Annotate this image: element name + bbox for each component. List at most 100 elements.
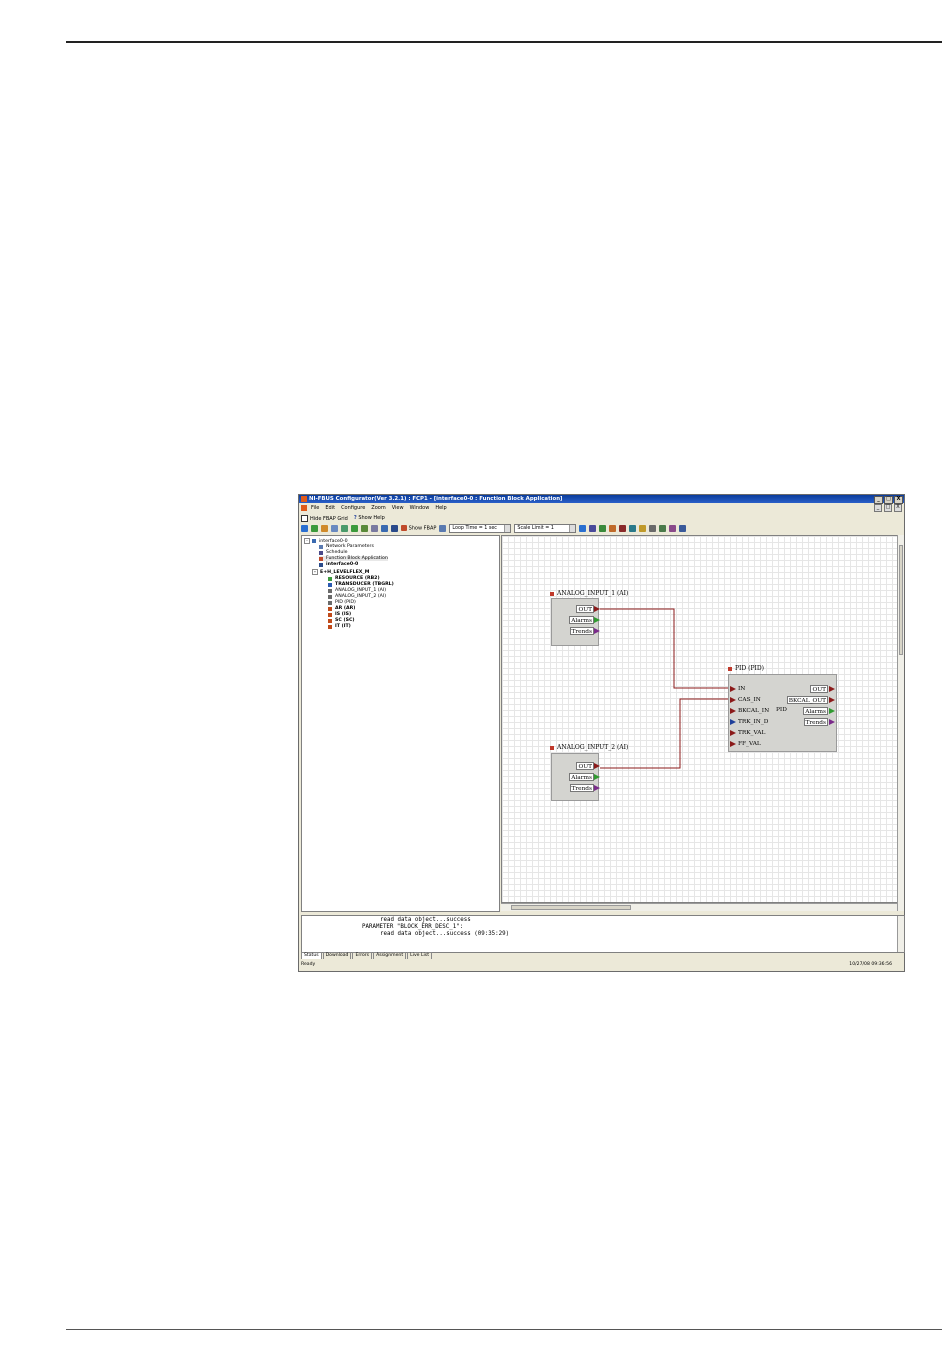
port-out[interactable]: OUT bbox=[576, 605, 594, 613]
align-icon[interactable] bbox=[649, 525, 657, 532]
save-icon[interactable] bbox=[371, 525, 378, 532]
port-bkcal-out[interactable]: BKCAL_OUT bbox=[786, 696, 828, 704]
tree-item[interactable]: - E+H_LEVELFLEX_M bbox=[312, 569, 369, 575]
upload-icon[interactable] bbox=[341, 525, 348, 532]
show-help-label: Show Help bbox=[358, 515, 385, 521]
port-alarms[interactable]: Alarms bbox=[569, 773, 594, 781]
port-alarms[interactable]: Alarms bbox=[569, 616, 594, 624]
tab-live-list[interactable]: Live List bbox=[407, 952, 432, 959]
tree-item[interactable]: SC (SC) bbox=[328, 618, 355, 623]
collapse-icon[interactable]: - bbox=[312, 569, 318, 575]
port-out[interactable]: OUT bbox=[810, 685, 828, 693]
link-icon[interactable] bbox=[351, 525, 358, 532]
tree-item[interactable]: ANALOG_INPUT_2 (AI) bbox=[328, 594, 386, 599]
output-tabs: Status Download Errors Assignment Live L… bbox=[301, 952, 433, 959]
download-icon[interactable] bbox=[331, 525, 338, 532]
log-line: PARAMETER "BLOCK_ERR_DESC_1": bbox=[362, 924, 464, 930]
page-bottom-rule bbox=[66, 1329, 942, 1330]
block-title-text: PID (PID) bbox=[735, 665, 765, 672]
scrollbar-thumb[interactable] bbox=[899, 545, 903, 655]
scrollbar-thumb[interactable] bbox=[511, 905, 631, 910]
schedule-icon[interactable] bbox=[361, 525, 368, 532]
menu-zoom[interactable]: Zoom bbox=[371, 504, 385, 512]
tree-item[interactable]: RESOURCE (RB2) bbox=[328, 576, 380, 581]
wire-ai2-out-to-pid-cas-in[interactable] bbox=[600, 698, 730, 769]
tree-item[interactable]: AR (AR) bbox=[328, 606, 355, 611]
wire-ai1-out-to-pid-in[interactable] bbox=[600, 608, 730, 689]
log-line: read data object...success bbox=[380, 917, 471, 923]
menu-configure[interactable]: Configure bbox=[341, 504, 365, 512]
text-icon[interactable] bbox=[639, 525, 647, 532]
connect-icon[interactable] bbox=[301, 525, 308, 532]
tree-item[interactable]: Schedule bbox=[319, 550, 348, 555]
show-help-button[interactable]: ? Show Help bbox=[354, 515, 385, 521]
chevron-down-icon bbox=[569, 525, 576, 532]
pointer-icon[interactable] bbox=[589, 525, 597, 532]
block-ai1[interactable]: OUT Alarms Trends bbox=[551, 598, 600, 646]
tree-item[interactable]: IT (IT) bbox=[328, 624, 351, 629]
menu-help[interactable]: Help bbox=[435, 504, 446, 512]
device-icon[interactable] bbox=[311, 525, 318, 532]
title-bar[interactable]: NI-FBUS Configurator(Ver 3.2.1) : FCP1 -… bbox=[299, 495, 904, 504]
menu-window[interactable]: Window bbox=[410, 504, 430, 512]
menu-edit[interactable]: Edit bbox=[325, 504, 335, 512]
grid-icon[interactable] bbox=[381, 525, 388, 532]
tree-item-label: E+H_LEVELFLEX_M bbox=[320, 569, 370, 575]
document-icon[interactable] bbox=[301, 505, 307, 511]
menu-view[interactable]: View bbox=[392, 504, 404, 512]
fbap-canvas[interactable]: ANALOG_INPUT_1 (AI) OUT Alarms Trends AN… bbox=[501, 535, 899, 903]
port-trk-val[interactable]: TRK_VAL bbox=[737, 729, 766, 737]
port-alarms[interactable]: Alarms bbox=[803, 707, 828, 715]
log-scrollbar[interactable] bbox=[897, 916, 904, 952]
tab-errors[interactable]: Errors bbox=[352, 952, 373, 959]
port-trends[interactable]: Trends bbox=[569, 784, 594, 792]
port-trends[interactable]: Trends bbox=[803, 718, 828, 726]
port-out[interactable]: OUT bbox=[576, 762, 594, 770]
canvas-horizontal-scrollbar[interactable] bbox=[501, 903, 897, 911]
tab-download[interactable]: Download bbox=[322, 952, 352, 959]
tree-item[interactable]: PID (PID) bbox=[328, 600, 356, 605]
mdi-close-button[interactable]: X bbox=[894, 504, 902, 512]
tree-item[interactable]: Network Parameters bbox=[319, 544, 374, 549]
port-trk-in-d[interactable]: TRK_IN_D bbox=[737, 718, 769, 726]
menu-file[interactable]: File bbox=[311, 504, 319, 512]
chevron-down-icon bbox=[504, 525, 511, 532]
tree-item-selected[interactable]: Function Block Application bbox=[319, 556, 388, 561]
layout-icon[interactable] bbox=[659, 525, 667, 532]
close-button[interactable]: X bbox=[894, 496, 903, 504]
port-trends[interactable]: Trends bbox=[569, 627, 594, 635]
zoom-icon[interactable] bbox=[629, 525, 637, 532]
mdi-restore-button[interactable]: □ bbox=[884, 504, 892, 512]
tree-item[interactable]: IS (IS) bbox=[328, 612, 351, 617]
port-cas-in[interactable]: CAS_IN bbox=[737, 696, 762, 704]
block-ai2[interactable]: OUT Alarms Trends bbox=[551, 753, 600, 801]
hide-grid-checkbox[interactable]: Hide FBAP Grid bbox=[301, 514, 348, 522]
color-icon[interactable] bbox=[669, 525, 677, 532]
tab-assignment[interactable]: Assignment bbox=[373, 952, 407, 959]
show-fbap-button[interactable]: Show FBAP bbox=[401, 525, 436, 532]
canvas-vertical-scrollbar[interactable] bbox=[897, 535, 904, 911]
input-arrow-icon bbox=[730, 686, 736, 692]
monitor-icon[interactable] bbox=[391, 525, 398, 532]
rotate-icon[interactable] bbox=[609, 525, 617, 532]
delete-icon[interactable] bbox=[619, 525, 627, 532]
port-in[interactable]: IN bbox=[737, 685, 746, 693]
block-icon[interactable] bbox=[321, 525, 328, 532]
wire-icon[interactable] bbox=[599, 525, 607, 532]
collapse-icon[interactable]: - bbox=[304, 538, 310, 544]
tab-status[interactable]: Status bbox=[301, 952, 322, 959]
print-icon[interactable] bbox=[679, 525, 687, 532]
loop-time-select[interactable]: Loop Time = 1 sec bbox=[449, 524, 512, 533]
scale-limit-select[interactable]: Scale Limit = 1 bbox=[514, 524, 577, 533]
maximize-button[interactable]: □ bbox=[884, 496, 893, 504]
tree-item[interactable]: ANALOG_INPUT_1 (AI) bbox=[328, 588, 386, 593]
port-bkcal-in[interactable]: BKCAL_IN bbox=[737, 707, 770, 715]
mdi-minimize-button[interactable]: _ bbox=[874, 504, 882, 512]
properties-icon[interactable] bbox=[439, 525, 447, 532]
tree-item[interactable]: TRANSDUCER (TBGRL) bbox=[328, 582, 394, 587]
port-ff-val[interactable]: FF_VAL bbox=[737, 740, 762, 748]
minimize-button[interactable]: _ bbox=[874, 496, 883, 504]
tree-item[interactable]: interface0-0 bbox=[319, 562, 358, 567]
block-pid[interactable]: IN CAS_IN BKCAL_IN TRK_IN_D TRK_VAL FF_V… bbox=[728, 674, 837, 752]
refresh-icon[interactable] bbox=[579, 525, 587, 532]
